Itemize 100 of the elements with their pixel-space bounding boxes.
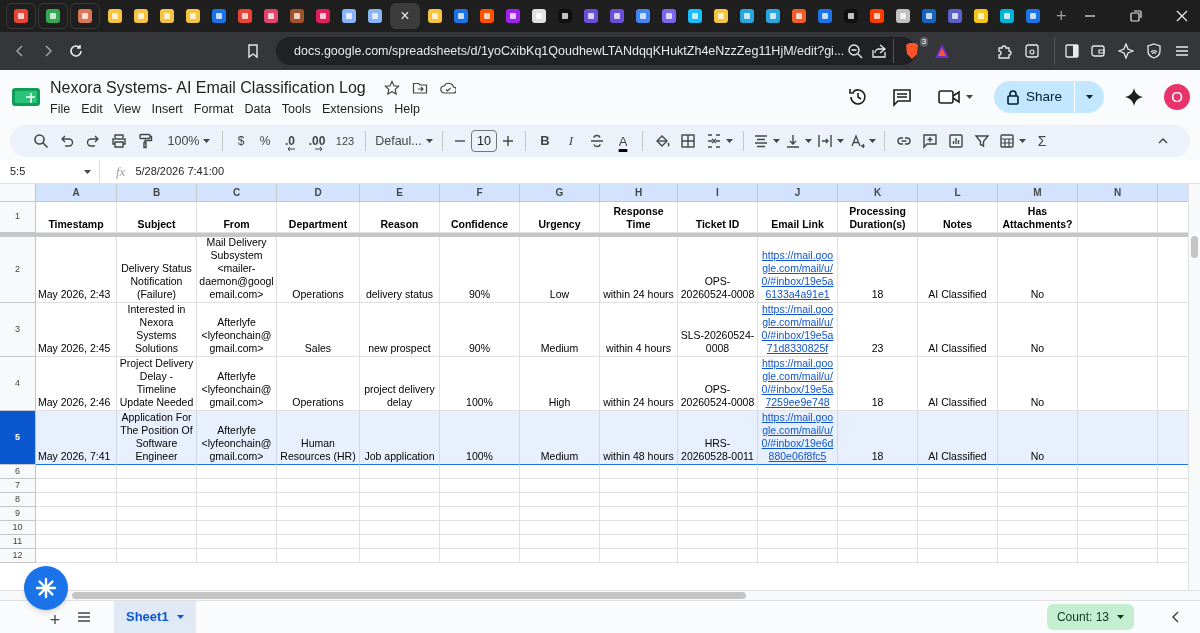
browser-tab[interactable]: [70, 3, 100, 29]
font-select[interactable]: Defaul...: [372, 129, 436, 153]
row-header[interactable]: 2: [0, 237, 36, 303]
new-tab-button[interactable]: +: [1056, 7, 1067, 25]
email-link[interactable]: https://mail.google.com/mail/u/0/#inbox/19e6d880e06f8fc5: [760, 411, 835, 463]
app-icon: [739, 8, 755, 24]
row-header[interactable]: 3: [0, 303, 36, 357]
browser-tab[interactable]: [38, 3, 68, 29]
zoom-select[interactable]: 100%: [162, 129, 216, 153]
zoom-out-icon: [847, 43, 864, 59]
row-header[interactable]: 6: [0, 465, 36, 479]
paint-roller-icon: [137, 133, 153, 149]
table-cell-text: 90%: [468, 342, 491, 355]
menu-item[interactable]: Tools: [280, 99, 313, 119]
caret-icon: [725, 139, 733, 143]
app-icon: [289, 8, 305, 24]
functions-button[interactable]: Σ: [1029, 129, 1055, 153]
row-header[interactable]: 8: [0, 493, 36, 507]
table-cell-text: 100%: [465, 450, 494, 463]
app-icon: [237, 8, 253, 24]
percent-button[interactable]: %: [253, 129, 277, 153]
minimize-icon: [1084, 15, 1095, 17]
count-button[interactable]: Count: 13: [1046, 604, 1134, 630]
avatar[interactable]: O: [1164, 84, 1190, 110]
header-cell-text: Department: [287, 218, 349, 231]
add-sheet-button[interactable]: +: [46, 611, 64, 629]
app-icon: [505, 8, 521, 24]
row-header[interactable]: 4: [0, 357, 36, 411]
column-header[interactable]: E: [360, 184, 440, 201]
text-color-button[interactable]: A: [610, 129, 636, 153]
column-header[interactable]: L: [918, 184, 998, 201]
menu-item[interactable]: View: [112, 99, 142, 119]
browser-tab[interactable]: [6, 3, 36, 29]
menu-item[interactable]: Data: [243, 99, 272, 119]
name-box[interactable]: 5:5: [0, 159, 100, 184]
select-all-corner[interactable]: [0, 184, 36, 201]
row-header[interactable]: 10: [0, 521, 36, 535]
table-cell-text: May 2026, 2:45: [38, 342, 112, 355]
document-title[interactable]: Nexora Systems- AI Email Classification Log: [50, 75, 366, 100]
table-cell-text: 23: [870, 342, 885, 355]
table-cell-text: new prospect: [367, 342, 432, 355]
sheets-logo-icon: [12, 87, 40, 107]
decrease-decimals-button[interactable]: .0: [277, 129, 303, 153]
formula-field[interactable]: 5/28/2026 7:41:00: [135, 160, 1200, 183]
table-cell-text: Low: [548, 288, 571, 301]
menu-item[interactable]: Edit: [80, 99, 104, 119]
app-icon: [817, 8, 833, 24]
caret-icon: [203, 139, 211, 143]
column-header[interactable]: K: [838, 184, 918, 201]
close-icon[interactable]: ×: [400, 8, 410, 24]
menu-item[interactable]: File: [49, 99, 72, 119]
italic-button[interactable]: I: [558, 129, 584, 153]
browser-tab[interactable]: ×: [390, 3, 420, 29]
undo-icon: [59, 133, 75, 149]
row-header[interactable]: 7: [0, 479, 36, 493]
star-button[interactable]: [383, 79, 400, 96]
column-header[interactable]: B: [117, 184, 197, 201]
column-header[interactable]: A: [36, 184, 117, 201]
column-header[interactable]: C: [197, 184, 277, 201]
row-header[interactable]: 1: [0, 202, 36, 233]
strikethrough-icon: [590, 134, 604, 148]
column-header[interactable]: N: [1078, 184, 1158, 201]
app-icon: [479, 8, 495, 24]
row-header[interactable]: 12: [0, 549, 36, 563]
menu-item[interactable]: Format: [192, 99, 235, 119]
column-header[interactable]: [1158, 184, 1188, 201]
history-icon: [847, 87, 868, 107]
app-icon: [211, 8, 227, 24]
column-header[interactable]: H: [600, 184, 678, 201]
column-header[interactable]: M: [998, 184, 1078, 201]
column-header[interactable]: I: [678, 184, 758, 201]
menu-item[interactable]: Insert: [150, 99, 184, 119]
scrollbar-thumb[interactable]: [1191, 236, 1198, 258]
row-header[interactable]: 11: [0, 535, 36, 549]
menu-item[interactable]: Help: [393, 99, 421, 119]
row-header[interactable]: 9: [0, 507, 36, 521]
app-icon: [947, 8, 963, 24]
app-icon: [609, 8, 625, 24]
caret-icon: [804, 139, 812, 143]
column-header[interactable]: J: [758, 184, 838, 201]
font-size-field[interactable]: 10: [471, 130, 497, 152]
app-icon: [133, 8, 149, 24]
column-header[interactable]: F: [440, 184, 520, 201]
table-icon: [998, 133, 1015, 149]
sheet-tab[interactable]: Sheet1: [114, 600, 196, 633]
scrollbar-thumb[interactable]: [72, 592, 746, 599]
app-icon: [315, 8, 331, 24]
number-format-button[interactable]: 123: [331, 129, 359, 153]
column-header[interactable]: D: [277, 184, 360, 201]
currency-button[interactable]: $: [229, 129, 253, 153]
table-cell: Mail Delivery Subsystem <mailer-daemon@googlemail.com>: [199, 237, 274, 301]
header-cell-text: Email Link: [770, 218, 825, 231]
bold-button[interactable]: B: [532, 129, 558, 153]
table-cell-text: 100%: [465, 396, 494, 409]
column-header[interactable]: G: [520, 184, 600, 201]
menu-item[interactable]: Extensions: [321, 99, 385, 119]
share-button[interactable]: Share: [993, 81, 1104, 113]
table-cell-text: project delivery delay: [363, 383, 436, 409]
increase-decimals-button[interactable]: .00: [303, 129, 331, 153]
row-header[interactable]: 5: [0, 411, 36, 465]
